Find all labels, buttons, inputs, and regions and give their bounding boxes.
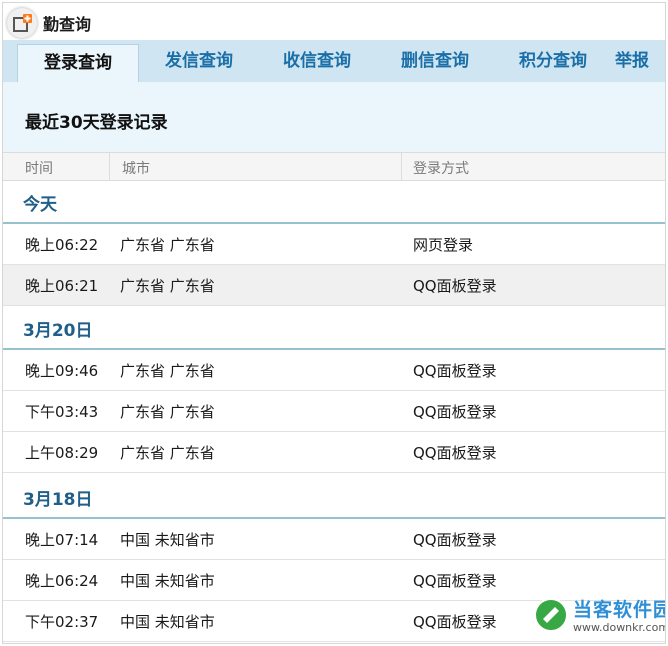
header-bar: 勤查询 xyxy=(3,3,665,40)
table-row: 晚上06:21 广东省 广东省 QQ面板登录 xyxy=(3,265,665,306)
column-method: 登录方式 xyxy=(413,161,469,177)
records-panel: 最近30天登录记录 xyxy=(3,82,665,152)
group-label: 3月20日 xyxy=(23,321,93,341)
add-window-icon xyxy=(13,14,32,32)
row-method: QQ面板登录 xyxy=(413,444,497,462)
tab-points-query[interactable]: 积分查询 xyxy=(497,40,609,82)
row-city: 广东省 广东省 xyxy=(120,444,215,462)
row-city: 中国 未知省市 xyxy=(120,572,215,590)
corner-add-button[interactable] xyxy=(7,8,37,38)
row-method: QQ面板登录 xyxy=(413,613,497,631)
row-time: 下午03:43 xyxy=(25,403,99,421)
row-time: 下午02:37 xyxy=(25,613,99,631)
tab-login-query[interactable]: 登录查询 xyxy=(17,44,139,83)
page-title: 勤查询 xyxy=(43,15,92,34)
group-header-mar18: 3月18日 xyxy=(3,475,665,519)
row-method: QQ面板登录 xyxy=(413,277,497,295)
row-time: 晚上06:22 xyxy=(25,236,99,254)
tab-sent-query[interactable]: 发信查询 xyxy=(143,40,255,82)
row-method: QQ面板登录 xyxy=(413,403,497,421)
column-time: 时间 xyxy=(25,161,53,177)
row-time: 晚上09:46 xyxy=(25,362,99,380)
row-city: 广东省 广东省 xyxy=(120,403,215,421)
table-row: 晚上07:14 中国 未知省市 QQ面板登录 xyxy=(3,519,665,560)
row-time: 晚上07:14 xyxy=(25,531,99,549)
group-label: 3月18日 xyxy=(23,490,93,510)
table-row: 晚上06:24 中国 未知省市 QQ面板登录 xyxy=(3,560,665,601)
group-label: 今天 xyxy=(23,195,57,215)
column-divider xyxy=(401,153,402,180)
row-method: 网页登录 xyxy=(413,236,474,254)
row-city: 广东省 广东省 xyxy=(120,236,215,254)
login-records-window: 勤查询 登录查询 发信查询 收信查询 删信查询 积分查询 举报 最近30天登录记… xyxy=(2,2,666,644)
tab-received-query[interactable]: 收信查询 xyxy=(261,40,373,82)
column-divider xyxy=(109,153,110,180)
table-row: 下午03:43 广东省 广东省 QQ面板登录 xyxy=(3,391,665,432)
tab-report[interactable]: 举报 xyxy=(615,40,665,82)
column-header: 时间 城市 登录方式 xyxy=(3,152,665,181)
row-city: 中国 未知省市 xyxy=(120,531,215,549)
table-row: 晚上09:46 广东省 广东省 QQ面板登录 xyxy=(3,350,665,391)
row-time: 上午08:29 xyxy=(25,444,99,462)
row-time: 晚上06:21 xyxy=(25,277,99,295)
records-title: 最近30天登录记录 xyxy=(25,113,168,133)
tab-bar: 登录查询 发信查询 收信查询 删信查询 积分查询 举报 xyxy=(3,40,665,83)
table-row: 下午02:37 中国 未知省市 QQ面板登录 xyxy=(3,601,665,642)
row-city: 广东省 广东省 xyxy=(120,277,215,295)
row-time: 晚上06:24 xyxy=(25,572,99,590)
group-header-mar20: 3月20日 xyxy=(3,306,665,350)
row-method: QQ面板登录 xyxy=(413,362,497,380)
table-row: 晚上06:22 广东省 广东省 网页登录 xyxy=(3,224,665,265)
row-method: QQ面板登录 xyxy=(413,572,497,590)
table-row: 上午08:29 广东省 广东省 QQ面板登录 xyxy=(3,432,665,473)
row-method: QQ面板登录 xyxy=(413,531,497,549)
tab-deleted-query[interactable]: 删信查询 xyxy=(379,40,491,82)
row-city: 广东省 广东省 xyxy=(120,362,215,380)
group-header-today: 今天 xyxy=(3,180,665,224)
row-city: 中国 未知省市 xyxy=(120,613,215,631)
column-city: 城市 xyxy=(122,161,150,177)
